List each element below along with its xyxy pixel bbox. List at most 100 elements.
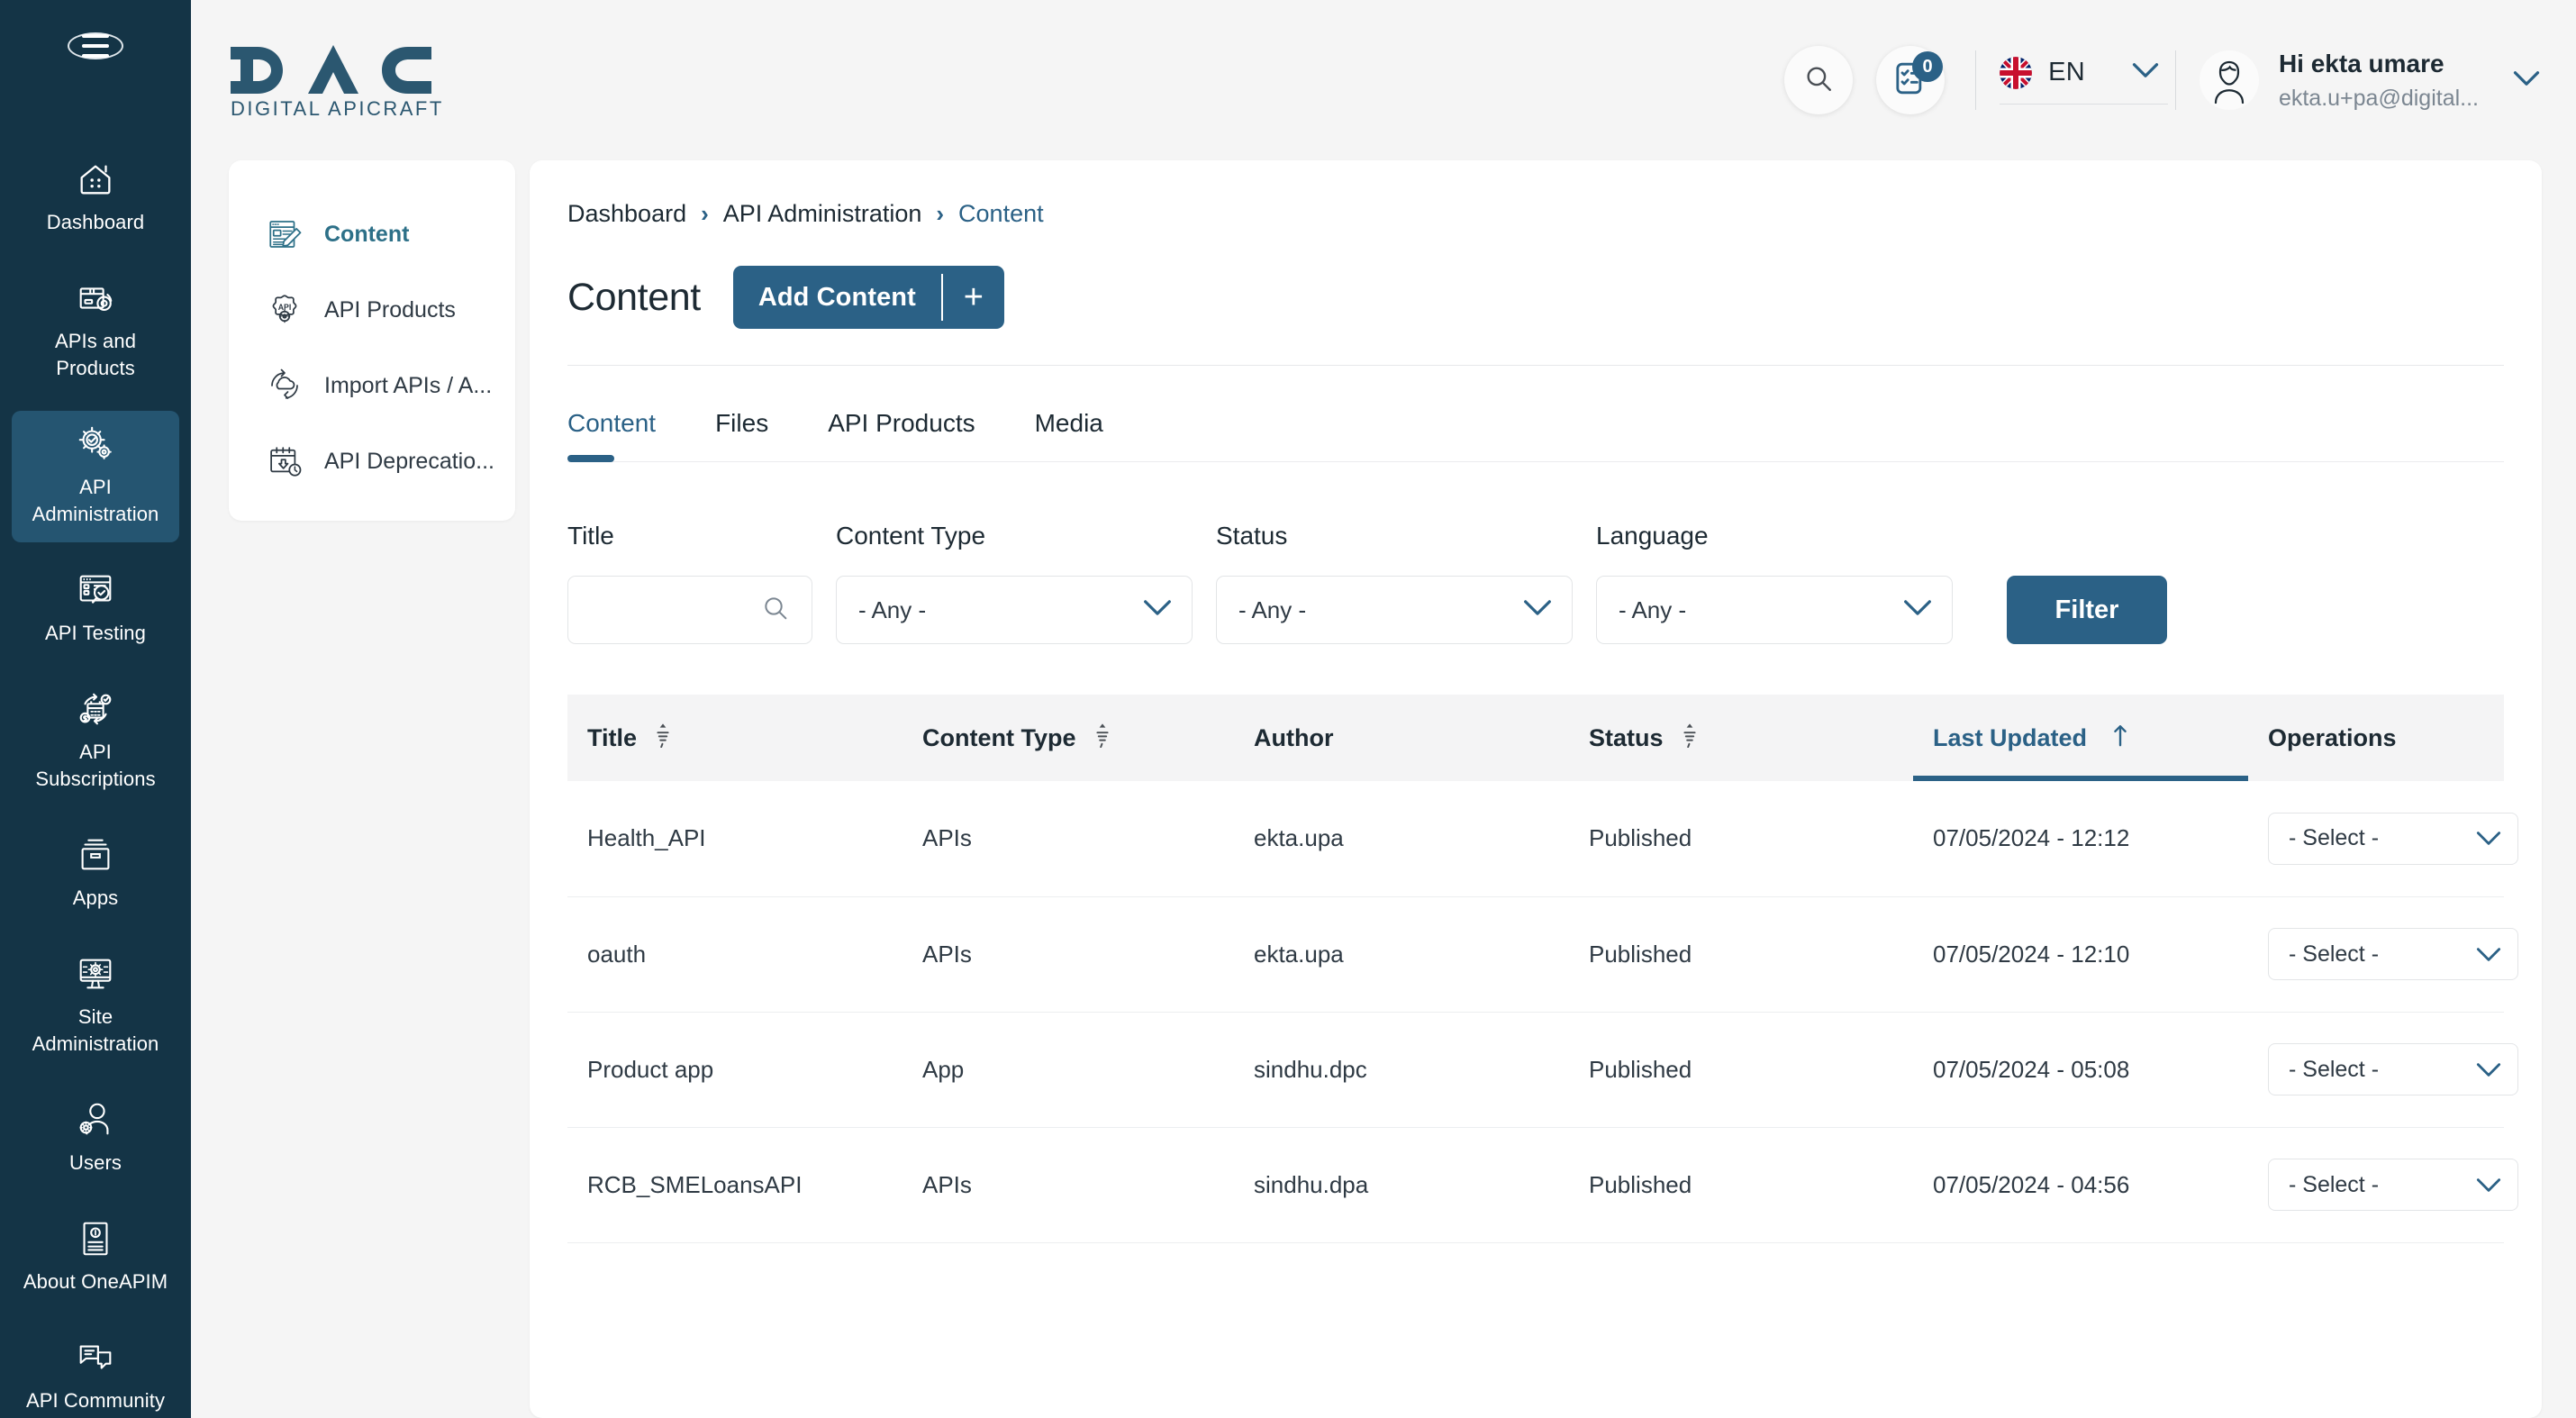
tab-api-products[interactable]: API Products [828,389,975,461]
sort-icon[interactable] [1093,723,1112,754]
content-table: Title Content Type Author Status Last Up… [567,695,2518,1243]
column-header-last-updated[interactable]: Last Updated [1913,695,2248,781]
operations-select[interactable]: - Select - [2268,812,2518,865]
user-menu[interactable]: Hi ekta umare ekta.u+pa@digital... [2199,46,2540,114]
sidebar-item-label: Users [69,1151,122,1174]
sidebar-item-apps[interactable]: Apps [12,822,179,926]
language-code: EN [2048,58,2085,86]
hamburger-icon[interactable] [68,32,123,59]
title-input-wrapper[interactable] [567,576,812,644]
sort-icon[interactable] [1680,723,1700,754]
tab-content[interactable]: Content [567,389,656,462]
app-root: Dashboard APIs and Products API Administ… [0,0,2576,1418]
main-panel: Dashboard › API Administration › Content… [530,160,2542,1418]
column-label: Title [587,723,638,751]
primary-sidebar: Dashboard APIs and Products API Administ… [0,0,191,1418]
sidebar-item-label: Site Administration [32,1005,159,1055]
notifications-button[interactable]: 0 [1876,46,1946,114]
operations-select[interactable]: - Select - [2268,928,2518,980]
cell-last-updated: 07/05/2024 - 12:10 [1913,896,2248,1013]
cell-status: Published [1569,781,1913,897]
content-type-value: - Any - [858,595,927,623]
filter-language: Language - Any - [1596,522,1953,644]
chevron-down-icon [1143,599,1172,621]
sort-asc-arrow-icon[interactable] [2110,723,2130,754]
filter-button[interactable]: Filter [2007,576,2167,644]
table-row[interactable]: oauth APIs ekta.upa Published 07/05/2024… [567,896,2518,1013]
operations-select[interactable]: - Select - [2268,1043,2518,1095]
submenu-item-import-apis[interactable]: Import APIs / A... [229,348,515,423]
column-header-title[interactable]: Title [567,695,903,781]
dac-logo[interactable]: DIGITAL APICRAFT [229,40,465,121]
language-selector[interactable]: EN [2000,56,2168,105]
content-type-select[interactable]: - Any - [836,576,1193,644]
cell-last-updated: 07/05/2024 - 05:08 [1913,1012,2248,1128]
column-label: Last Updated [1933,723,2088,751]
table-row[interactable]: Product app App sindhu.dpc Published 07/… [567,1012,2518,1128]
language-value: - Any - [1619,595,1687,623]
breadcrumb-item-content[interactable]: Content [958,200,1044,228]
chevron-down-icon [2476,941,2501,968]
cell-status: Published [1569,896,1913,1013]
secondary-sidebar: Content API API Products Import APIs / A… [229,160,515,521]
filter-content-type: Content Type - Any - [836,522,1193,644]
table-header-row: Title Content Type Author Status Last Up… [567,695,2504,781]
cell-last-updated: 07/05/2024 - 12:12 [1913,781,2248,897]
breadcrumb-item-api-administration[interactable]: API Administration [723,200,922,228]
chevron-down-icon [2132,62,2159,83]
table-row[interactable]: RCB_SMELoansAPI APIs sindhu.dpa Publishe… [567,1127,2518,1243]
search-button[interactable] [1784,46,1854,114]
search-icon [1803,63,1834,98]
sidebar-item-label: Dashboard [46,211,145,233]
sidebar-item-api-community[interactable]: API Community [12,1324,179,1418]
submenu-item-api-products[interactable]: API API Products [229,272,515,348]
add-content-button[interactable]: Add Content + [732,266,1004,329]
hamburger-bar [82,34,109,38]
table-row[interactable]: Health_API APIs ekta.upa Published 07/05… [567,781,2518,897]
user-gear-icon [75,1099,116,1141]
page-title-row: Content Add Content + [567,266,2504,329]
box-gear-icon [75,277,116,319]
column-label: Content Type [922,723,1076,751]
status-select[interactable]: - Any - [1216,576,1573,644]
cell-operations: - Select - [2248,896,2518,1013]
cell-status: Published [1569,1012,1913,1128]
cell-last-updated: 07/05/2024 - 04:56 [1913,1127,2248,1243]
submenu-item-api-deprecation[interactable]: API Deprecatio... [229,423,515,499]
content-tabs: Content Files API Products Media [567,389,2504,462]
top-header: DIGITAL APICRAFT 0 EN Hi ekta umare ekta… [191,0,2576,160]
archive-box-icon [75,834,116,876]
tab-media[interactable]: Media [1035,389,1103,461]
sidebar-item-apis-and-products[interactable]: APIs and Products [12,265,179,396]
filter-status: Status - Any - [1216,522,1573,644]
tab-files[interactable]: Files [715,389,768,461]
language-select[interactable]: - Any - [1596,576,1953,644]
column-header-status[interactable]: Status [1569,695,1913,781]
sort-icon[interactable] [653,723,673,754]
chevron-down-icon [2476,824,2501,852]
sidebar-item-dashboard[interactable]: Dashboard [12,146,179,250]
form-magnifier-check-icon [75,569,116,611]
sidebar-item-users[interactable]: Users [12,1086,179,1191]
sidebar-item-site-administration[interactable]: Site Administration [12,941,179,1072]
submenu-item-content[interactable]: Content [229,196,515,272]
search-input[interactable] [590,595,761,624]
hamburger-bar [82,54,109,58]
header-divider [2174,50,2176,110]
plus-icon[interactable]: + [943,266,1004,329]
page-title: Content [567,275,701,319]
operations-select[interactable]: - Select - [2268,1159,2518,1211]
sidebar-item-about-oneapim[interactable]: About OneAPIM [12,1205,179,1310]
cell-author: sindhu.dpc [1234,1012,1569,1128]
filter-title-label: Title [567,522,614,550]
gears-check-icon [75,423,116,465]
sidebar-item-label: API Subscriptions [35,741,156,790]
sidebar-item-api-subscriptions[interactable]: API Subscriptions [12,676,179,807]
sidebar-item-api-administration[interactable]: API Administration [12,411,179,542]
breadcrumb-item-dashboard[interactable]: Dashboard [567,200,686,228]
sidebar-item-api-testing[interactable]: API Testing [12,557,179,661]
user-info: Hi ekta umare ekta.u+pa@digital... [2279,46,2479,114]
column-header-operations: Operations [2248,695,2504,781]
column-header-content-type[interactable]: Content Type [903,695,1234,781]
calendar-deprecate-icon [265,441,304,481]
